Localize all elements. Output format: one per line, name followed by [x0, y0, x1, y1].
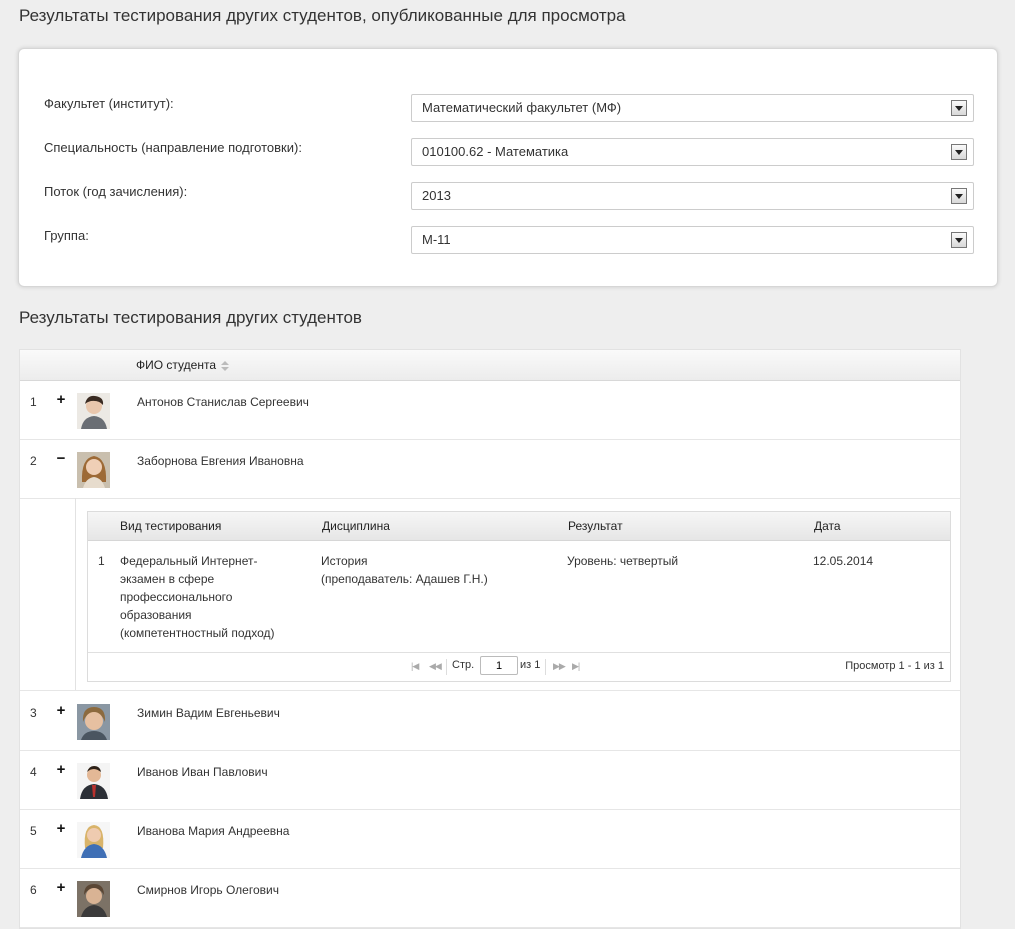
pager-separator: [545, 659, 546, 675]
expand-icon[interactable]: +: [54, 880, 68, 896]
row-number: 2: [30, 454, 37, 468]
filter-faculty: Факультет (институт): Математический фак…: [19, 94, 997, 122]
avatar: [77, 393, 110, 429]
sort-icon[interactable]: [221, 360, 229, 371]
column-header-result[interactable]: Результат: [568, 519, 623, 533]
page-of-label: из 1: [520, 659, 541, 671]
dropdown-arrow-icon[interactable]: [951, 232, 967, 248]
test-type-line: профессионального: [120, 590, 233, 604]
discipline-line: История: [321, 554, 368, 568]
discipline-cell: История (преподаватель: Адашев Г.Н.): [321, 552, 551, 588]
avatar-icon: [77, 763, 110, 799]
group-select[interactable]: М-11: [411, 226, 974, 254]
table-row[interactable]: 6 + Смирнов Игорь Олегович: [20, 869, 960, 928]
table-row[interactable]: 1 + Антонов Станислав Сергеевич: [20, 381, 960, 440]
page-title: Результаты тестирования других студентов…: [19, 6, 626, 25]
view-records-text: Просмотр 1 - 1 из 1: [845, 660, 944, 672]
table-row[interactable]: 5 + Иванова Мария Андреевна: [20, 810, 960, 869]
prev-page-icon[interactable]: ◀◀: [429, 661, 442, 672]
avatar: [77, 763, 110, 799]
column-header-discipline[interactable]: Дисциплина: [322, 519, 390, 533]
filter-label-group: Группа:: [44, 228, 89, 243]
students-grid: ФИО студента 1 + Антонов Станислав Серге…: [19, 349, 961, 929]
stream-select-value: 2013: [422, 188, 451, 203]
specialty-select[interactable]: 010100.62 - Математика: [411, 138, 974, 166]
column-header-fio-label: ФИО студента: [136, 358, 216, 372]
row-number: 3: [30, 706, 37, 720]
subgrid-header: Вид тестирования Дисциплина Результат Да…: [88, 512, 950, 541]
avatar-icon: [77, 452, 110, 488]
filter-specialty: Специальность (направление подготовки): …: [19, 138, 997, 166]
collapse-icon[interactable]: −: [54, 451, 68, 467]
avatar: [77, 452, 110, 488]
row-number: 4: [30, 765, 37, 779]
avatar-icon: [77, 393, 110, 429]
filter-stream: Поток (год зачисления): 2013: [19, 182, 997, 210]
filter-label-faculty: Факультет (институт):: [44, 96, 174, 111]
filter-panel: Факультет (институт): Математический фак…: [18, 48, 998, 287]
student-name: Заборнова Евгения Ивановна: [137, 454, 304, 468]
expand-icon[interactable]: +: [54, 392, 68, 408]
last-page-icon[interactable]: ▶|: [572, 661, 580, 672]
faculty-select-value: Математический факультет (МФ): [422, 100, 622, 115]
student-name: Зимин Вадим Евгеньевич: [137, 706, 280, 720]
student-name: Иванов Иван Павлович: [137, 765, 268, 779]
row-number: 6: [30, 883, 37, 897]
page-label: Стр.: [452, 659, 475, 671]
test-type-line: (компетентностный подход): [120, 626, 275, 640]
pager-separator: [446, 659, 447, 675]
avatar-icon: [77, 881, 110, 917]
discipline-line: (преподаватель: Адашев Г.Н.): [321, 572, 488, 586]
avatar: [77, 704, 110, 740]
student-name: Антонов Станислав Сергеевич: [137, 395, 309, 409]
row-number: 1: [30, 395, 37, 409]
table-row[interactable]: 2 − Заборнова Евгения Ивановна: [20, 440, 960, 499]
test-type-line: образования: [120, 608, 192, 622]
specialty-select-value: 010100.62 - Математика: [422, 144, 569, 159]
date-cell: 12.05.2014: [813, 554, 874, 568]
expanded-row-detail: Вид тестирования Дисциплина Результат Да…: [20, 498, 960, 691]
grid-header: ФИО студента: [20, 350, 960, 381]
expand-icon[interactable]: +: [54, 703, 68, 719]
column-header-date[interactable]: Дата: [814, 519, 841, 533]
column-header-test-type[interactable]: Вид тестирования: [120, 519, 221, 533]
group-select-value: М-11: [422, 232, 451, 247]
expand-icon[interactable]: +: [54, 821, 68, 837]
stream-select[interactable]: 2013: [411, 182, 974, 210]
expand-icon[interactable]: +: [54, 762, 68, 778]
table-row[interactable]: 1 Федеральный Интернет- экзамен в сфере …: [88, 542, 950, 654]
result-cell: Уровень: четвертый: [567, 554, 679, 568]
dropdown-arrow-icon[interactable]: [951, 100, 967, 116]
dropdown-arrow-icon[interactable]: [951, 188, 967, 204]
filter-label-stream: Поток (год зачисления):: [44, 184, 188, 199]
avatar: [77, 881, 110, 917]
filter-group: Группа: М-11: [19, 226, 997, 254]
filter-label-specialty: Специальность (направление подготовки):: [44, 140, 302, 155]
row-number: 5: [30, 824, 37, 838]
avatar-icon: [77, 822, 110, 858]
avatar-icon: [77, 704, 110, 740]
subrow-number: 1: [98, 554, 105, 568]
dropdown-arrow-icon[interactable]: [951, 144, 967, 160]
test-results-subgrid: Вид тестирования Дисциплина Результат Да…: [87, 511, 951, 682]
faculty-select[interactable]: Математический факультет (МФ): [411, 94, 974, 122]
avatar: [77, 822, 110, 858]
next-page-icon[interactable]: ▶▶: [553, 661, 566, 672]
student-name: Иванова Мария Андреевна: [137, 824, 290, 838]
test-type-line: экзамен в сфере: [120, 572, 215, 586]
page-number-input[interactable]: [480, 656, 518, 675]
pager: |◀ ◀◀ Стр. из 1 ▶▶ ▶| Просмотр 1 - 1 из …: [88, 652, 950, 681]
section-title: Результаты тестирования других студентов: [19, 308, 362, 327]
student-name: Смирнов Игорь Олегович: [137, 883, 279, 897]
table-row[interactable]: 4 + Иванов Иван Павлович: [20, 751, 960, 810]
column-header-fio[interactable]: ФИО студента: [136, 358, 229, 372]
test-type-line: Федеральный Интернет-: [120, 554, 258, 568]
table-row[interactable]: 3 + Зимин Вадим Евгеньевич: [20, 692, 960, 751]
first-page-icon[interactable]: |◀: [411, 661, 419, 672]
test-type-cell: Федеральный Интернет- экзамен в сфере пр…: [120, 552, 310, 642]
